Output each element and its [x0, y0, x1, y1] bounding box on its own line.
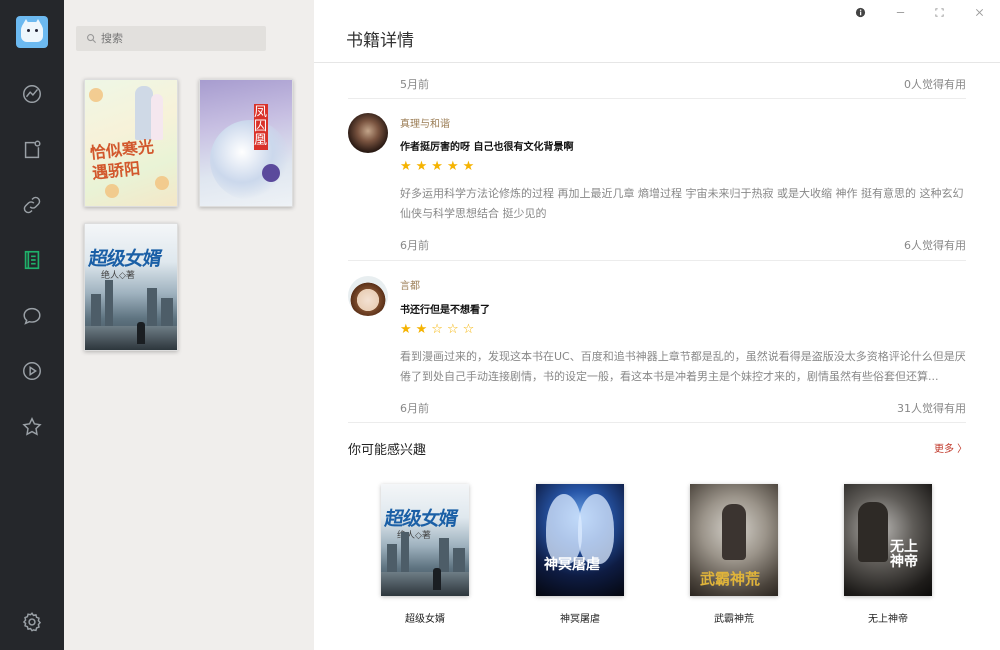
- cover-title: 恰似寒光遇骄阳: [89, 137, 155, 183]
- section-title: 你可能感兴趣: [348, 443, 427, 458]
- search-icon: [87, 34, 97, 44]
- comment-body: 看到漫画过来的，发现这本书在UC、百度和追书神器上章节都是乱的，虽然说看得是盗版…: [400, 350, 966, 383]
- comment-icon[interactable]: [18, 302, 46, 330]
- comment-meta: 6月前 6人觉得有用: [348, 237, 966, 253]
- app-logo[interactable]: [16, 16, 48, 48]
- comment-time: 5月前: [400, 78, 429, 91]
- recommend-book-3[interactable]: 武霸神荒: [690, 484, 778, 596]
- recommend-book-1[interactable]: 超级女婿 绝人◇著: [381, 484, 469, 596]
- comment-time: 6月前: [400, 402, 429, 415]
- cover-title: 凤囚凰: [254, 105, 268, 148]
- divider: [348, 422, 966, 423]
- cover-title: 神冥屠虐: [544, 557, 600, 573]
- star-rating: ★★☆☆☆: [400, 322, 479, 337]
- cover-title: 无上神帝: [890, 539, 918, 570]
- comment-meta: 5月前 0人觉得有用: [348, 76, 966, 92]
- avatar[interactable]: [348, 113, 388, 153]
- cover-title: 超级女婿: [87, 248, 163, 270]
- maximize-icon[interactable]: [931, 4, 947, 20]
- close-icon[interactable]: [971, 4, 987, 20]
- header-divider: [314, 62, 1000, 63]
- comment-meta: 6月前 31人觉得有用: [348, 400, 966, 416]
- helpful-count[interactable]: 31人觉得有用: [897, 400, 966, 416]
- helpful-count[interactable]: 6人觉得有用: [904, 237, 966, 253]
- search-input[interactable]: [101, 32, 251, 45]
- link-icon[interactable]: [18, 191, 46, 219]
- shelf-book-2[interactable]: 凤囚凰: [199, 79, 293, 207]
- shelf-book-3[interactable]: 超级女婿 绝人◇著: [84, 223, 178, 351]
- page-title: 书籍详情: [346, 31, 414, 51]
- comment-title: 书还行但是不想看了: [400, 305, 490, 316]
- minimize-icon[interactable]: [892, 4, 908, 20]
- recommend-book-title[interactable]: 无上神帝: [844, 610, 932, 625]
- recommend-book-title[interactable]: 神冥屠虐: [536, 610, 624, 625]
- cover-title: 超级女婿: [383, 508, 459, 530]
- star-rating: ★★★★★: [400, 159, 479, 174]
- divider: [348, 98, 966, 99]
- comment-time: 6月前: [400, 239, 429, 252]
- bookstore-icon[interactable]: [18, 136, 46, 164]
- bookshelf-panel: 恰似寒光遇骄阳 凤囚凰 超级女婿 绝人◇著: [64, 0, 314, 650]
- search-box[interactable]: [76, 26, 266, 51]
- bookshelf-icon[interactable]: [18, 246, 46, 274]
- comment-title: 作者挺厉害的呀 自己也很有文化背景啊: [400, 142, 574, 153]
- star-icon[interactable]: [18, 413, 46, 441]
- nav-rail: [0, 0, 64, 650]
- comment-user[interactable]: 真理与和谐: [400, 115, 450, 130]
- more-link[interactable]: 更多 〉: [934, 440, 967, 455]
- comment-user[interactable]: 言都: [400, 277, 420, 292]
- cover-title: 武霸神荒: [700, 570, 761, 588]
- divider: [348, 260, 966, 261]
- book-detail-panel: 书籍详情 5月前 0人觉得有用 真理与和谐 作者挺厉害的呀 自己也很有文化背景啊…: [314, 0, 1000, 650]
- avatar[interactable]: [348, 276, 388, 316]
- comment-body: 好多运用科学方法论修炼的过程 再加上最近几章 熵增过程 宇宙未来归于热寂 或是大…: [400, 187, 964, 220]
- settings-icon[interactable]: [18, 608, 46, 636]
- recommend-book-4[interactable]: 无上神帝: [844, 484, 932, 596]
- discover-icon[interactable]: [18, 80, 46, 108]
- info-icon[interactable]: [852, 4, 868, 20]
- recommend-book-title[interactable]: 超级女婿: [381, 610, 469, 625]
- recommend-book-title[interactable]: 武霸神荒: [690, 610, 778, 625]
- helpful-count[interactable]: 0人觉得有用: [904, 76, 966, 92]
- shelf-book-1[interactable]: 恰似寒光遇骄阳: [84, 79, 178, 207]
- recommend-book-2[interactable]: 神冥屠虐: [536, 484, 624, 596]
- play-icon[interactable]: [18, 357, 46, 385]
